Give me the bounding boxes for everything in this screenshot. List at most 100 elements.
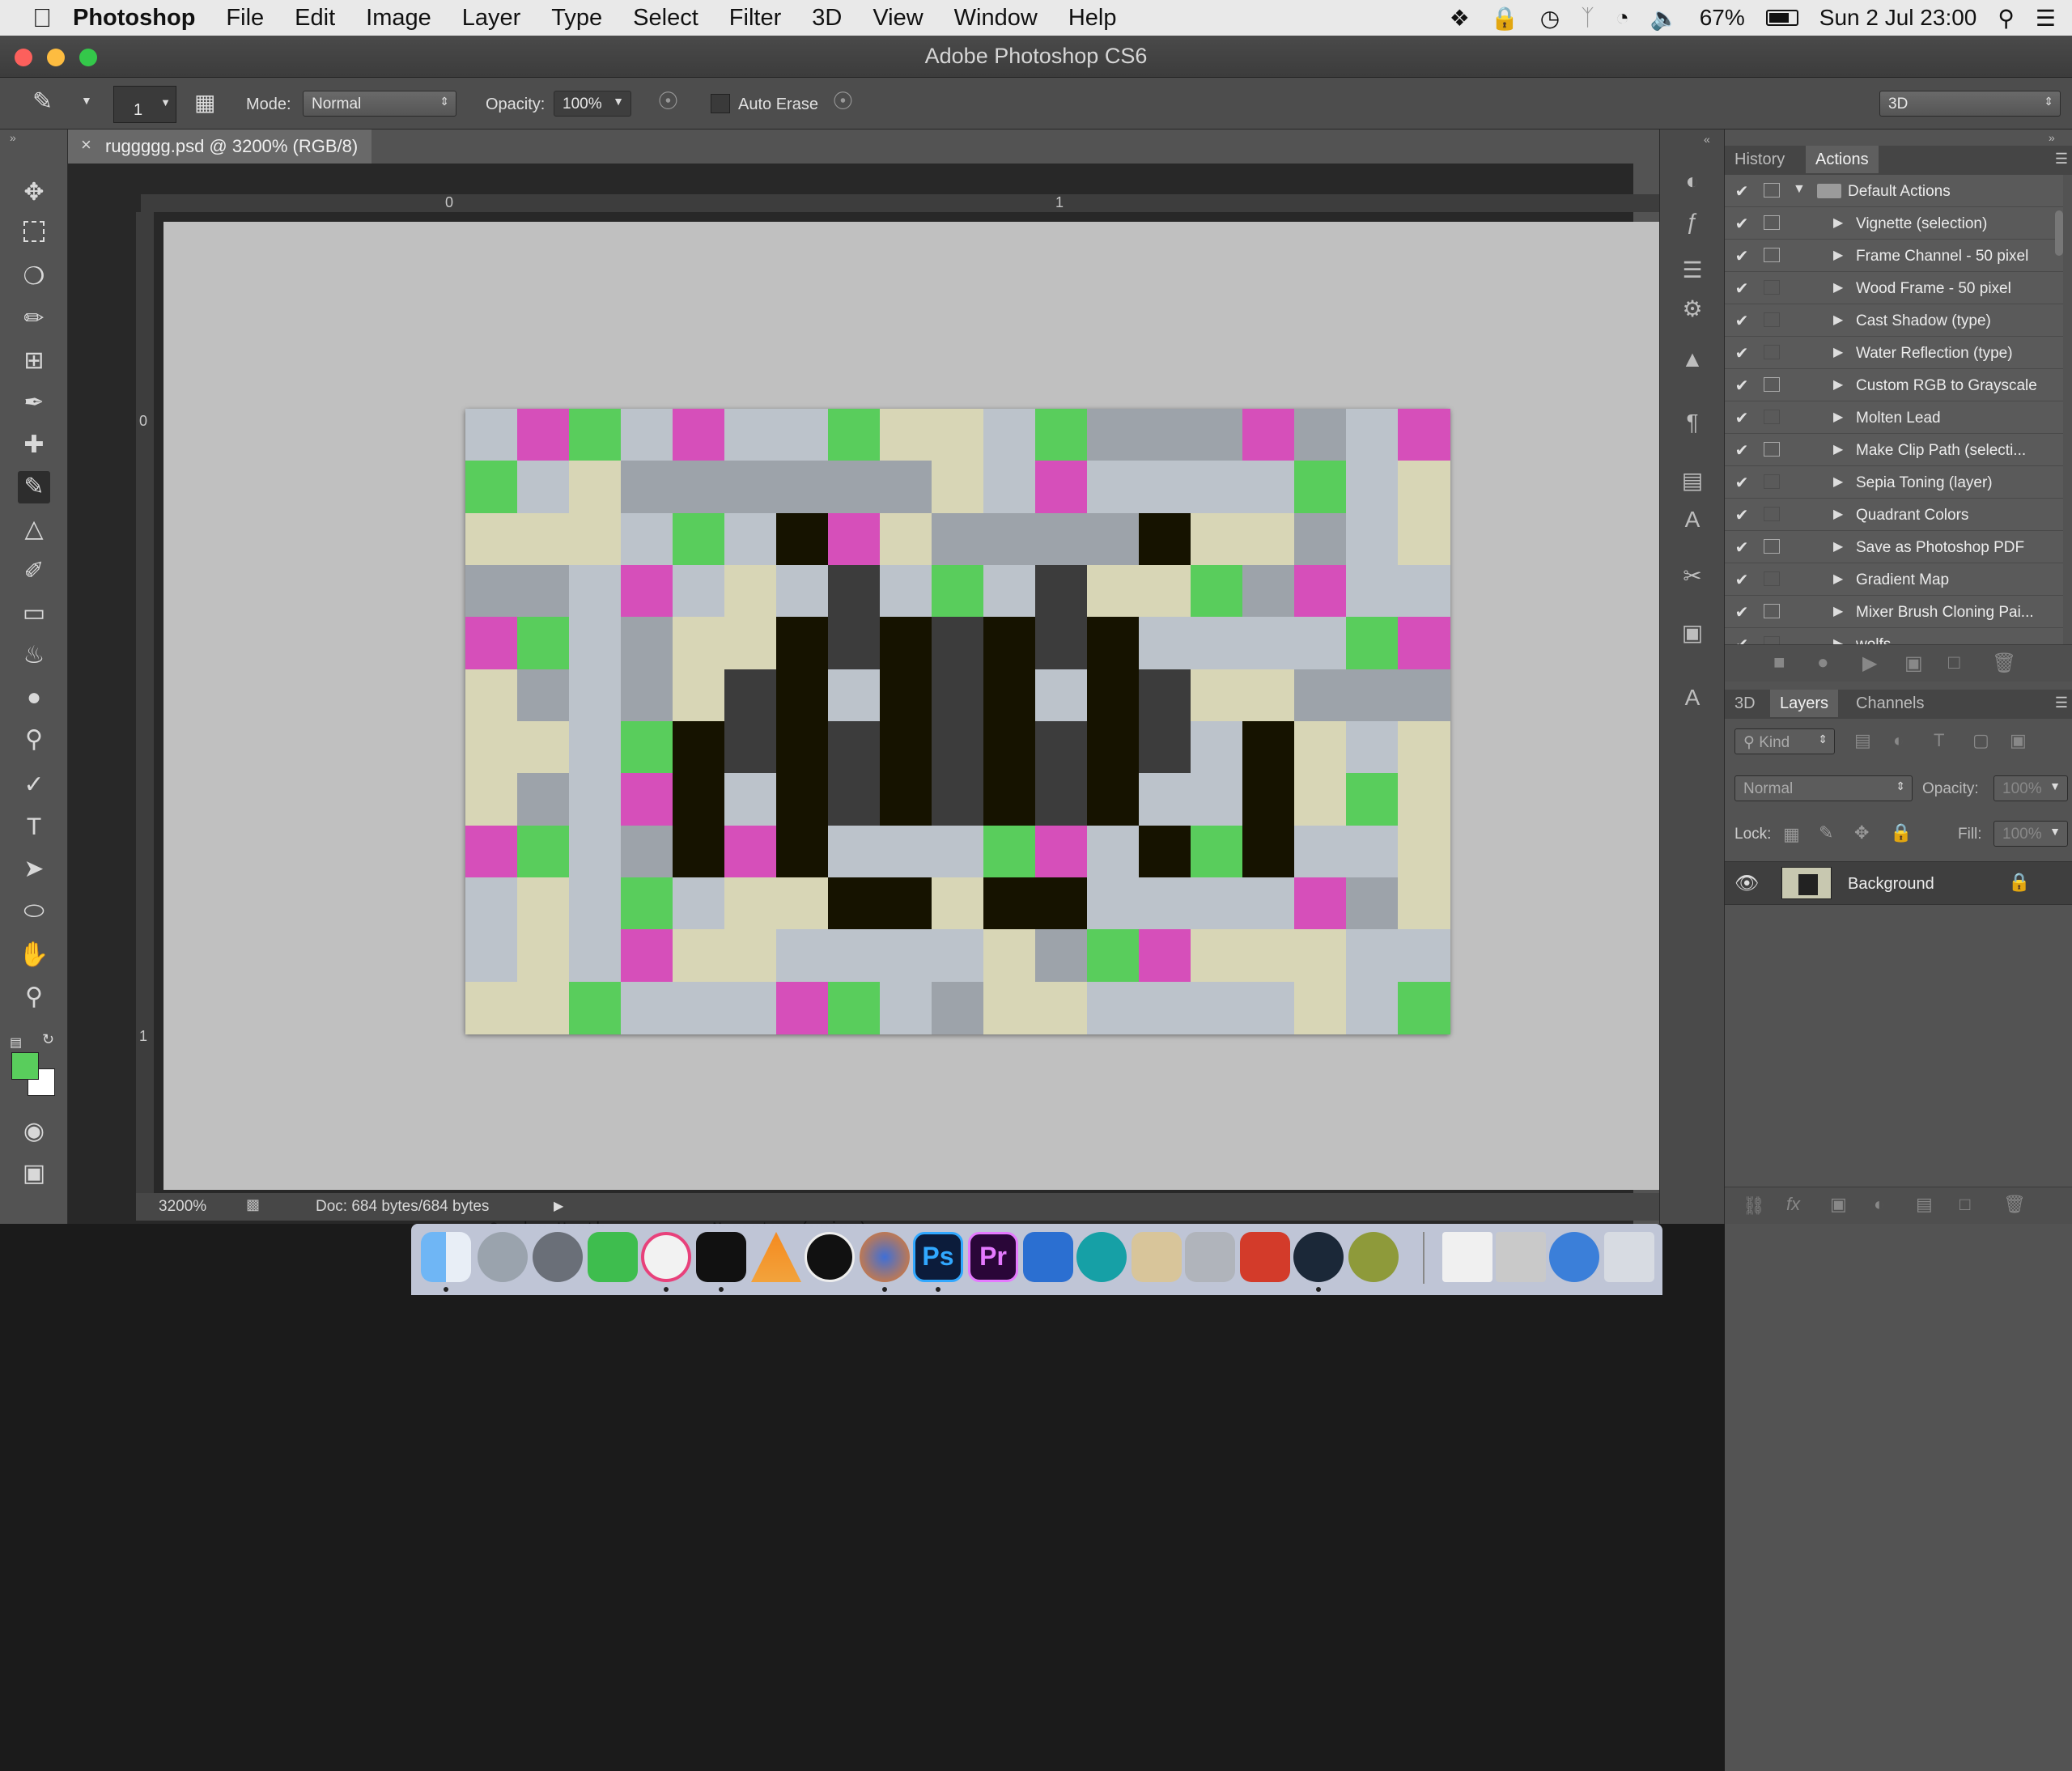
collapse-triangle-icon[interactable]: ▼: [1793, 182, 1806, 197]
healing-brush-tool-icon[interactable]: ✚: [18, 429, 50, 461]
vlc-icon[interactable]: [751, 1232, 801, 1282]
new-layer-icon[interactable]: □: [1959, 1194, 1970, 1215]
system-preferences-icon[interactable]: [533, 1232, 583, 1282]
xcode-icon[interactable]: [1023, 1232, 1073, 1282]
itunes-icon[interactable]: [641, 1232, 691, 1282]
swap-colors-icon[interactable]: ↻: [42, 1031, 54, 1048]
pixel-art-canvas[interactable]: [465, 409, 1450, 1034]
filter-smart-object-icon[interactable]: ▣: [2010, 730, 2027, 751]
layer-filter-kind-dropdown[interactable]: ⚲ Kind ⇕: [1734, 728, 1835, 754]
expand-triangle-icon[interactable]: ▶: [1833, 409, 1843, 425]
filter-pixel-icon[interactable]: ▤: [1854, 730, 1871, 751]
properties-icon[interactable]: ⚙: [1675, 291, 1710, 327]
eraser-tool-icon[interactable]: ▭: [18, 597, 50, 630]
lock-transparent-icon[interactable]: ▦: [1783, 824, 1800, 845]
crop-tool-icon[interactable]: ⊞: [18, 345, 50, 377]
hand-tool-icon[interactable]: ✋: [18, 939, 50, 971]
workspace-switcher[interactable]: 3D ⇕: [1879, 91, 2061, 117]
tab-history[interactable]: History: [1725, 146, 1794, 173]
adjustments-icon[interactable]: ◐: [1675, 164, 1710, 199]
title-bar[interactable]: Adobe Photoshop CS6: [0, 36, 2072, 78]
new-group-icon[interactable]: ▤: [1916, 1194, 1933, 1215]
layer-name[interactable]: Background: [1848, 875, 1934, 894]
dialog-toggle[interactable]: [1764, 474, 1780, 489]
dialog-toggle[interactable]: [1764, 183, 1780, 197]
quick-mask-icon[interactable]: ◉: [18, 1115, 50, 1148]
menu-window[interactable]: Window: [954, 5, 1038, 32]
default-colors-icon[interactable]: ▤: [10, 1034, 22, 1051]
type-tool-icon[interactable]: T: [18, 811, 50, 843]
dialog-toggle[interactable]: [1764, 410, 1780, 424]
facetime-icon[interactable]: [588, 1232, 638, 1282]
expand-triangle-icon[interactable]: ▶: [1833, 376, 1843, 393]
play-selection-icon[interactable]: ▶: [1862, 652, 1877, 675]
dialog-toggle[interactable]: [1764, 312, 1780, 327]
notes-icon[interactable]: [1132, 1232, 1182, 1282]
action-row[interactable]: ✔ ▶ Molten Lead: [1725, 401, 2063, 434]
expand-triangle-icon[interactable]: ▶: [1833, 344, 1843, 360]
record-icon[interactable]: ●: [1817, 652, 1829, 674]
premiere-dock-icon[interactable]: Pr: [968, 1232, 1018, 1282]
tab-3d[interactable]: 3D: [1725, 690, 1765, 717]
sketchup-icon[interactable]: [1240, 1232, 1290, 1282]
finder-icon[interactable]: [421, 1232, 471, 1282]
action-row[interactable]: ✔ ▶ Water Reflection (type): [1725, 337, 2063, 369]
brush-panel-toggle-icon[interactable]: ▦: [194, 89, 215, 116]
spotlight-search-icon[interactable]: ⚲: [1998, 5, 2015, 32]
mode-dropdown[interactable]: Normal ⇕: [303, 91, 456, 117]
panel-collapse-icon[interactable]: »: [10, 131, 16, 144]
action-row[interactable]: ✔ ▶ Mixer Brush Cloning Pai...: [1725, 596, 2063, 628]
action-row[interactable]: ✔ ▶ Custom RGB to Grayscale: [1725, 369, 2063, 401]
action-toggle-checkbox[interactable]: ✔: [1733, 473, 1751, 492]
action-toggle-checkbox[interactable]: ✔: [1733, 214, 1751, 233]
image-file-icon[interactable]: [1496, 1232, 1546, 1282]
add-mask-icon[interactable]: ▣: [1830, 1194, 1847, 1215]
action-row[interactable]: ✔ ▶ Gradient Map: [1725, 563, 2063, 596]
screen-mode-icon[interactable]: ▣: [18, 1157, 50, 1190]
document-tab[interactable]: × ruggggg.psd @ 3200% (RGB/8): [68, 130, 372, 164]
add-style-fx-icon[interactable]: fx: [1786, 1194, 1800, 1215]
expand-triangle-icon[interactable]: ▶: [1833, 441, 1843, 457]
history-brush-tool-icon[interactable]: ✐: [18, 555, 50, 588]
eyedropper-tool-icon[interactable]: ✒: [18, 387, 50, 419]
clone-source-icon[interactable]: ▲: [1675, 342, 1710, 377]
quick-selection-tool-icon[interactable]: ✏: [18, 303, 50, 335]
visibility-eye-icon[interactable]: 👁: [1734, 872, 1759, 895]
tab-layers[interactable]: Layers: [1770, 690, 1839, 717]
action-toggle-checkbox[interactable]: ✔: [1733, 440, 1751, 460]
link-layers-icon[interactable]: ⛓: [1743, 1196, 1765, 1217]
vpn-lock-icon[interactable]: 🔒: [1491, 5, 1519, 32]
action-row[interactable]: ✔ ▶ Make Clip Path (selecti...: [1725, 434, 2063, 466]
new-set-icon[interactable]: ▣: [1904, 652, 1923, 675]
pencil-tool-icon[interactable]: ✎: [18, 471, 50, 503]
action-toggle-checkbox[interactable]: ✔: [1733, 408, 1751, 427]
panel-menu-icon[interactable]: ☰: [2055, 151, 2068, 168]
dialog-toggle[interactable]: [1764, 215, 1780, 230]
lock-pixels-icon[interactable]: ✎: [1819, 822, 1833, 843]
expand-panels-icon[interactable]: «: [1704, 133, 1710, 146]
tab-channels[interactable]: Channels: [1846, 690, 1934, 717]
horizontal-ruler[interactable]: 0 1 2: [141, 194, 1679, 212]
clock[interactable]: Sun 2 Jul 23:00: [1819, 5, 1977, 31]
expand-triangle-icon[interactable]: ▶: [1833, 571, 1843, 587]
time-machine-icon[interactable]: ◷: [1540, 5, 1560, 32]
ellipse-tool-icon[interactable]: ⬭: [18, 895, 50, 928]
dialog-toggle[interactable]: [1764, 507, 1780, 521]
tool-presets-icon[interactable]: ✂: [1675, 558, 1710, 594]
jpeg-file-icon[interactable]: [1442, 1232, 1492, 1282]
filter-adjustment-icon[interactable]: ◐: [1893, 730, 1904, 751]
dialog-toggle[interactable]: [1764, 377, 1780, 392]
blur-tool-icon[interactable]: ●: [18, 682, 50, 714]
downloads-icon[interactable]: [1549, 1232, 1599, 1282]
dialog-toggle[interactable]: [1764, 442, 1780, 457]
dialog-toggle[interactable]: [1764, 539, 1780, 554]
action-toggle-checkbox[interactable]: ✔: [1733, 181, 1751, 201]
expand-triangle-icon[interactable]: ▶: [1833, 247, 1843, 263]
lock-position-icon[interactable]: ✥: [1854, 822, 1869, 843]
pressure-size-icon[interactable]: ☉: [832, 87, 854, 116]
dialog-toggle[interactable]: [1764, 280, 1780, 295]
notification-center-icon[interactable]: ☰: [2036, 5, 2056, 32]
menu-type[interactable]: Type: [551, 5, 602, 32]
fill-field[interactable]: 100% ▼: [1993, 821, 2068, 847]
menu-layer[interactable]: Layer: [462, 5, 521, 32]
